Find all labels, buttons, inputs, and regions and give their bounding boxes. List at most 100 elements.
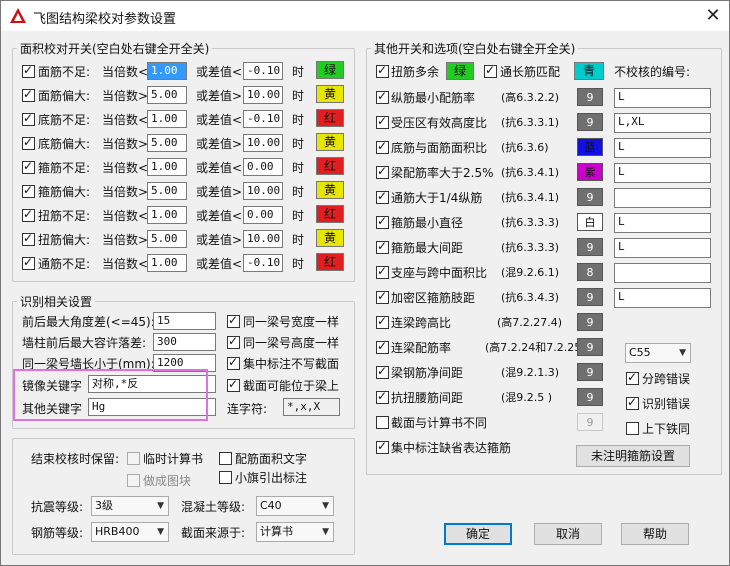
color-swatch[interactable]: 绿 (316, 61, 344, 79)
area-row-checkbox[interactable] (22, 231, 35, 246)
concrete-select[interactable]: C40 ▼ (256, 496, 334, 516)
multiplier-field[interactable]: 5.00 (147, 134, 187, 152)
same-width-checkbox[interactable] (227, 313, 240, 328)
difference-field[interactable]: 0.00 (243, 158, 283, 176)
option-row-checkbox[interactable] (376, 89, 389, 104)
connector-field[interactable]: *,x,X (283, 398, 340, 416)
uncheck-ids-field[interactable]: L (614, 138, 711, 158)
angle-field[interactable]: 15 (153, 312, 216, 330)
through-color-swatch[interactable]: 青 (574, 62, 604, 80)
uncheck-ids-field[interactable]: L (614, 213, 711, 233)
uncheck-ids-field[interactable]: L (614, 288, 711, 308)
make-block-checkbox[interactable] (127, 474, 140, 487)
difference-field[interactable]: 10.00 (243, 182, 283, 200)
rebar-text-checkbox[interactable] (219, 452, 232, 465)
temp-calc-checkbox[interactable] (127, 452, 140, 465)
option-row-number[interactable]: 紫 (577, 163, 603, 181)
multiplier-field[interactable]: 1.00 (147, 254, 187, 272)
difference-field[interactable]: 10.00 (243, 230, 283, 248)
color-swatch[interactable]: 黄 (316, 229, 344, 247)
area-row-checkbox[interactable] (22, 111, 35, 126)
option-row-number[interactable]: 9 (577, 413, 603, 431)
area-row-checkbox[interactable] (22, 87, 35, 102)
option-row-checkbox[interactable] (376, 389, 389, 404)
area-row-checkbox[interactable] (22, 159, 35, 174)
span-error-checkbox[interactable] (626, 370, 639, 385)
drop-field[interactable]: 300 (153, 333, 216, 351)
area-row-checkbox[interactable] (22, 135, 35, 150)
area-row-checkbox[interactable] (22, 207, 35, 222)
multiplier-field[interactable]: 1.00 (147, 62, 187, 80)
no-section-checkbox[interactable] (227, 355, 240, 370)
option-row-number[interactable]: 9 (577, 313, 603, 331)
multiplier-field[interactable]: 5.00 (147, 182, 187, 200)
option-row-number[interactable]: 蓝 (577, 138, 603, 156)
section-source-select[interactable]: 计算书 ▼ (256, 522, 334, 542)
option-row-checkbox[interactable] (376, 114, 389, 129)
multiplier-field[interactable]: 1.00 (147, 206, 187, 224)
seismic-select[interactable]: 3级 ▼ (91, 496, 169, 516)
close-icon[interactable]: ✕ (701, 4, 725, 28)
option-row-checkbox[interactable] (376, 189, 389, 204)
color-swatch[interactable]: 黄 (316, 181, 344, 199)
option-row-number[interactable]: 白 (577, 213, 603, 231)
multiplier-field[interactable]: 1.00 (147, 110, 187, 128)
ok-button[interactable]: 确定 (444, 523, 512, 545)
option-row-checkbox[interactable] (376, 416, 389, 429)
option-row-checkbox[interactable] (376, 439, 389, 454)
option-row-checkbox[interactable] (376, 139, 389, 154)
uncheck-ids-field[interactable]: L (614, 238, 711, 258)
option-row-number[interactable]: 9 (577, 338, 603, 356)
twist-extra-checkbox[interactable] (376, 63, 389, 78)
area-row-checkbox[interactable] (22, 183, 35, 198)
option-row-checkbox[interactable] (376, 289, 389, 304)
difference-field[interactable]: -0.10 (243, 62, 283, 80)
uncheck-ids-field[interactable]: L (614, 163, 711, 183)
cancel-button[interactable]: 取消 (534, 523, 602, 545)
flag-callout-checkbox[interactable] (219, 471, 232, 484)
option-row-checkbox[interactable] (376, 364, 389, 379)
area-row-checkbox[interactable] (22, 255, 35, 270)
option-row-checkbox[interactable] (376, 339, 389, 354)
uncheck-ids-field[interactable] (614, 263, 711, 283)
color-swatch[interactable]: 红 (316, 157, 344, 175)
difference-field[interactable]: 10.00 (243, 134, 283, 152)
uncheck-ids-field[interactable] (614, 188, 711, 208)
up-down-checkbox[interactable] (626, 422, 639, 435)
area-row-checkbox[interactable] (22, 63, 35, 78)
option-row-checkbox[interactable] (376, 214, 389, 229)
option-row-checkbox[interactable] (376, 164, 389, 179)
option-row-number[interactable]: 9 (577, 388, 603, 406)
option-row-number[interactable]: 8 (577, 263, 603, 281)
color-swatch[interactable]: 红 (316, 205, 344, 223)
difference-field[interactable]: -0.10 (243, 254, 283, 272)
option-row-number[interactable]: 9 (577, 363, 603, 381)
option-row-number[interactable]: 9 (577, 188, 603, 206)
same-height-checkbox[interactable] (227, 334, 240, 349)
uncheck-ids-field[interactable]: L,XL (614, 113, 711, 133)
color-swatch[interactable]: 红 (316, 253, 344, 271)
uncheck-ids-field[interactable]: L (614, 88, 711, 108)
unnoted-stirrup-button[interactable]: 未注明箍筋设置 (576, 445, 690, 467)
option-row-number[interactable]: 9 (577, 88, 603, 106)
multiplier-field[interactable]: 5.00 (147, 230, 187, 248)
option-row-checkbox[interactable] (376, 264, 389, 279)
steel-select[interactable]: HRB400 ▼ (91, 522, 169, 542)
option-row-number[interactable]: 9 (577, 238, 603, 256)
through-match-checkbox[interactable] (484, 63, 497, 78)
difference-field[interactable]: 10.00 (243, 86, 283, 104)
option-row-number[interactable]: 9 (577, 113, 603, 131)
color-swatch[interactable]: 红 (316, 109, 344, 127)
recog-error-checkbox[interactable] (626, 395, 639, 410)
section-on-beam-checkbox[interactable] (227, 377, 240, 392)
multiplier-field[interactable]: 1.00 (147, 158, 187, 176)
option-row-checkbox[interactable] (376, 314, 389, 329)
option-row-checkbox[interactable] (376, 239, 389, 254)
color-swatch[interactable]: 黄 (316, 85, 344, 103)
twist-color-swatch[interactable]: 绿 (446, 62, 474, 80)
color-swatch[interactable]: 黄 (316, 133, 344, 151)
multiplier-field[interactable]: 5.00 (147, 86, 187, 104)
help-button[interactable]: 帮助 (621, 523, 689, 545)
difference-field[interactable]: 0.00 (243, 206, 283, 224)
option-row-number[interactable]: 9 (577, 288, 603, 306)
